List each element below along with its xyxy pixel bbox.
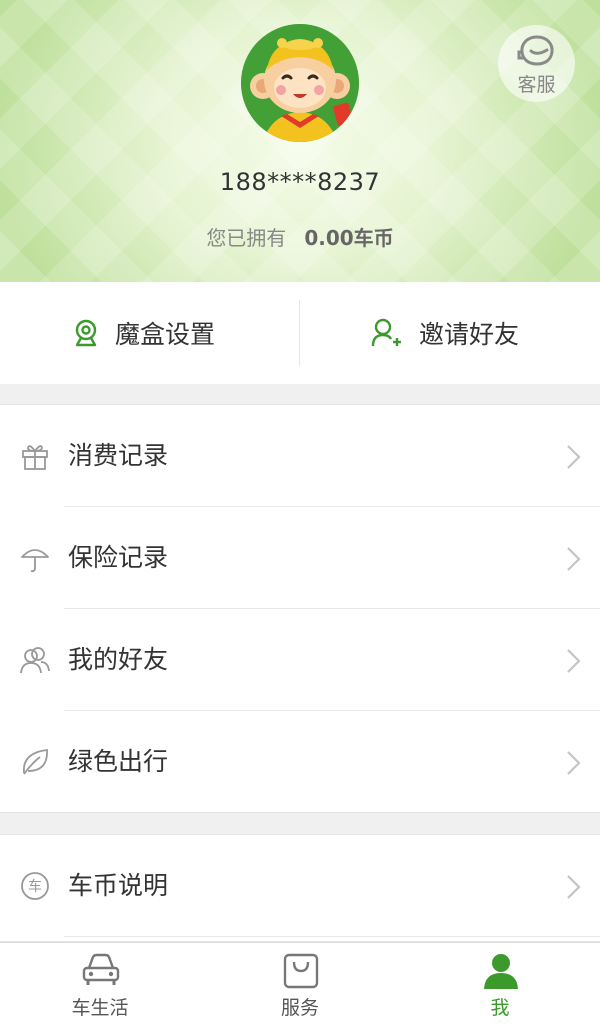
tab-car-life[interactable]: 车生活 [0, 943, 200, 1025]
tab-services[interactable]: 服务 [200, 943, 400, 1025]
car-coin-icon: 车 [21, 872, 49, 900]
chevron-right-icon [567, 547, 581, 571]
menu-item-insurance-records[interactable]: 保险记录 [0, 507, 600, 609]
menu-item-label: 绿色出行 [68, 747, 169, 776]
box-settings-button[interactable]: 魔盒设置 [73, 282, 215, 384]
headset-icon [517, 35, 554, 66]
avatar[interactable] [241, 24, 359, 142]
menu-item-green-travel[interactable]: 绿色出行 [0, 711, 600, 813]
coin-balance: 您已拥有 0.00车币 [0, 222, 600, 251]
location-pin-icon [75, 319, 97, 347]
customer-service-label: 客服 [517, 74, 556, 96]
svg-text:车: 车 [28, 878, 42, 895]
profile-header: 188****8237 您已拥有 0.00车币 客服 [0, 0, 600, 282]
menu-item-label: 消费记录 [68, 441, 169, 470]
shopping-bag-icon [283, 953, 319, 989]
bottom-nav: 车生活 服务 我 [0, 942, 600, 1025]
menu-item-coin-explanation[interactable]: 车 车币说明 [0, 835, 600, 937]
menu-item-label: 车币说明 [68, 871, 169, 900]
divider [64, 936, 600, 937]
menu-group-info: 车 车币说明 [0, 834, 600, 942]
balance-amount: 0.00车币 [304, 226, 394, 250]
add-user-icon [371, 318, 401, 347]
invite-friends-label: 邀请好友 [419, 320, 520, 349]
chevron-right-icon [567, 751, 581, 775]
chevron-right-icon [567, 445, 581, 469]
chevron-right-icon [567, 875, 581, 899]
gift-icon [22, 445, 48, 470]
tab-label: 车生活 [71, 997, 129, 1019]
car-icon [82, 953, 120, 985]
tab-label: 服务 [280, 997, 319, 1019]
menu-item-consumption-records[interactable]: 消费记录 [0, 405, 600, 507]
person-icon [484, 954, 518, 989]
invite-friends-button[interactable]: 邀请好友 [371, 282, 519, 384]
quick-actions: 魔盒设置 邀请好友 [0, 282, 600, 384]
friends-icon [20, 647, 50, 674]
menu-item-label: 保险记录 [68, 543, 169, 572]
divider [299, 300, 300, 366]
tab-label: 我 [490, 997, 510, 1019]
customer-service-button[interactable]: 客服 [498, 25, 575, 102]
menu-item-label: 我的好友 [68, 645, 169, 674]
balance-label: 您已拥有 [206, 226, 287, 250]
menu-group-records: 消费记录 保险记录 我的好友 绿色出行 [0, 404, 600, 813]
leaf-icon [23, 748, 48, 775]
umbrella-icon [21, 549, 49, 573]
box-settings-label: 魔盒设置 [115, 320, 216, 349]
chevron-right-icon [567, 649, 581, 673]
monkey-avatar-icon [241, 24, 359, 142]
menu-item-my-friends[interactable]: 我的好友 [0, 609, 600, 711]
phone-number: 188****8237 [219, 168, 381, 196]
tab-me[interactable]: 我 [400, 943, 600, 1025]
